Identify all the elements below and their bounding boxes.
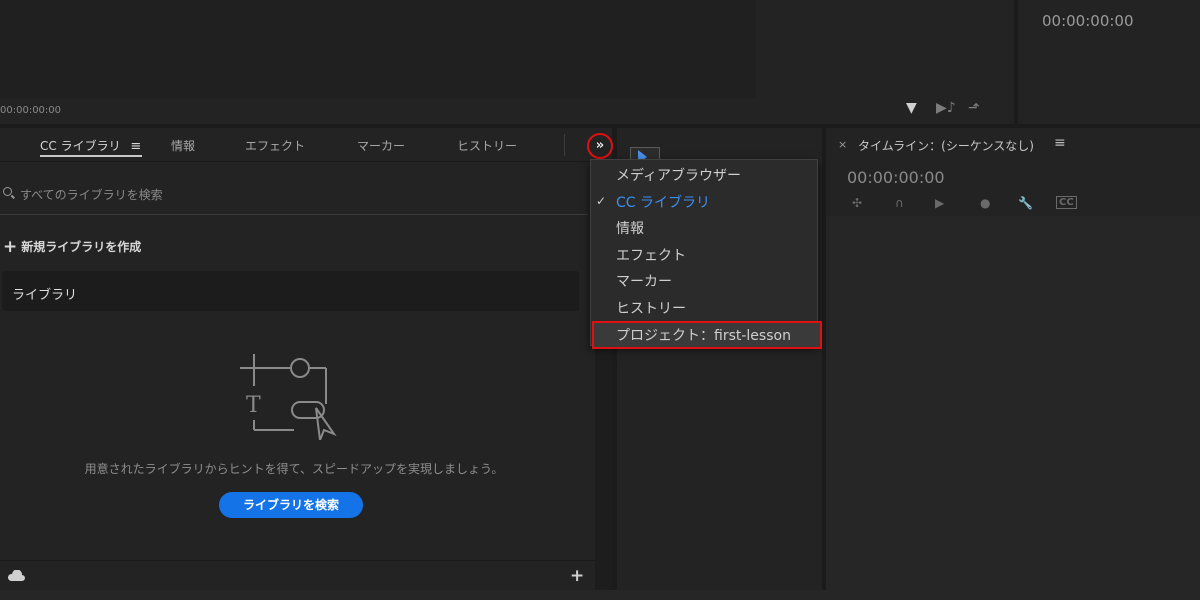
active-tab-underline [40, 155, 142, 157]
tab-overflow-button[interactable]: » [587, 133, 613, 159]
source-monitor-viewer [0, 0, 756, 98]
add-marker-icon[interactable]: ● [980, 196, 990, 210]
menu-item-effects[interactable]: エフェクト [616, 245, 686, 265]
search-libraries-button[interactable]: ライブラリを検索 [219, 492, 363, 518]
library-search-input[interactable] [20, 184, 420, 206]
panel-footer [0, 560, 595, 590]
menu-item-media-browser[interactable]: メディアブラウザー [616, 165, 741, 185]
timeline-timecode[interactable]: 00:00:00:00 [847, 168, 945, 187]
linked-selection-icon[interactable]: ▶ [935, 196, 944, 210]
export-frame-icon[interactable]: ⬏ [968, 100, 980, 116]
timeline-toolbar [826, 192, 1200, 216]
panel-overflow-menu: メディアブラウザー ✓ CC ライブラリ 情報 エフェクト マーカー ヒストリー… [590, 159, 822, 349]
cloud-icon[interactable] [7, 570, 25, 581]
plus-icon: + [3, 237, 18, 257]
snap-magnet-icon[interactable]: ∩ [895, 196, 904, 210]
create-new-library-label: 新規ライブラリを作成 [21, 240, 142, 254]
program-timecode[interactable]: 00:00:00:00 [1042, 12, 1134, 30]
source-timecode[interactable]: 00:00:00:00 [0, 105, 61, 116]
library-select-label: ライブラリ [12, 288, 78, 303]
close-icon[interactable]: × [838, 138, 847, 151]
wrench-icon[interactable]: 🔧 [1018, 196, 1033, 210]
menu-item-history[interactable]: ヒストリー [616, 298, 686, 318]
library-select[interactable] [2, 271, 579, 311]
tab-effects[interactable]: エフェクト [245, 137, 305, 154]
insert-icon[interactable]: ▶♪ [936, 100, 956, 116]
menu-item-cc-libraries[interactable]: CC ライブラリ [616, 192, 710, 212]
filter-icon[interactable]: ▼ [906, 100, 917, 116]
libraries-illustration-icon: T [240, 354, 337, 440]
menu-item-project[interactable]: プロジェクト：first-lesson [616, 325, 791, 345]
bottom-status-bar [0, 590, 1200, 600]
monitor-toolbar: ▼ ▶♪ ⬏ [756, 0, 1014, 124]
menu-item-markers[interactable]: マーカー [616, 271, 672, 291]
double-chevron-right-icon: » [595, 138, 605, 153]
tab-markers[interactable]: マーカー [357, 137, 405, 154]
panel-menu-icon[interactable]: ≡ [1054, 135, 1066, 151]
source-monitor-bar [0, 98, 756, 124]
captions-icon[interactable]: CC [1056, 196, 1077, 209]
nest-icon[interactable]: ✣ [852, 196, 862, 210]
timeline-title[interactable]: タイムライン：(シーケンスなし) [858, 137, 1034, 154]
tab-info[interactable]: 情報 [171, 137, 195, 154]
svg-text:T: T [246, 393, 261, 418]
create-new-library-button[interactable]: + 新規ライブラリを作成 [3, 237, 141, 257]
panel-menu-icon[interactable]: ≡ [130, 139, 141, 154]
add-plus-icon[interactable]: + [570, 566, 584, 586]
libraries-hint-text: 用意されたライブラリからヒントを得て、スピードアップを実現しましょう。 [84, 462, 504, 476]
tab-cc-libraries-label: CC ライブラリ [40, 139, 121, 153]
tab-cc-libraries[interactable]: CC ライブラリ ≡ [40, 137, 141, 154]
tab-history[interactable]: ヒストリー [457, 137, 517, 154]
timeline-tracks-area[interactable] [826, 216, 1200, 590]
checkmark-icon: ✓ [596, 194, 607, 208]
tab-divider [564, 134, 565, 156]
menu-item-info[interactable]: 情報 [616, 218, 644, 238]
